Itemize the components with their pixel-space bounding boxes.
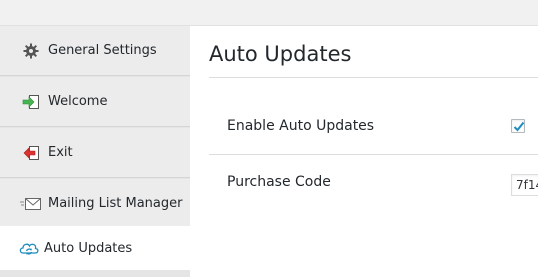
sidebar-item-exit[interactable]: Exit xyxy=(0,128,190,178)
settings-sidebar: General Settings Welcome Exit Mailing Li… xyxy=(0,26,190,277)
sign-out-arrow-icon xyxy=(20,144,42,162)
top-bar xyxy=(0,0,538,26)
main-panel: Auto Updates Enable Auto Updates Purchas… xyxy=(190,26,538,277)
title-divider xyxy=(209,77,538,78)
enable-auto-updates-label: Enable Auto Updates xyxy=(227,118,375,134)
sidebar-item-label: Welcome xyxy=(48,94,108,109)
enable-auto-updates-checkbox[interactable] xyxy=(511,119,525,133)
cloud-sync-icon xyxy=(18,239,40,257)
sidebar-item-label: General Settings xyxy=(48,43,157,58)
gear-icon xyxy=(20,42,42,60)
page-title: Auto Updates xyxy=(209,42,352,66)
sidebar-item-mailing-list-manager[interactable]: Mailing List Manager xyxy=(0,179,190,229)
purchase-code-input[interactable] xyxy=(511,174,538,196)
checkmark-icon xyxy=(513,121,525,132)
envelope-icon xyxy=(20,195,42,213)
sidebar-footer xyxy=(0,270,190,277)
sidebar-item-label: Mailing List Manager xyxy=(48,196,183,211)
sidebar-item-welcome[interactable]: Welcome xyxy=(0,77,190,127)
sidebar-item-label: Exit xyxy=(48,145,73,160)
sidebar-item-auto-updates[interactable]: Auto Updates xyxy=(0,226,190,270)
row-divider xyxy=(209,154,538,155)
sign-in-arrow-icon xyxy=(20,93,42,111)
purchase-code-label: Purchase Code xyxy=(227,174,331,190)
sidebar-item-general-settings[interactable]: General Settings xyxy=(0,26,190,76)
sidebar-item-label: Auto Updates xyxy=(44,240,133,256)
